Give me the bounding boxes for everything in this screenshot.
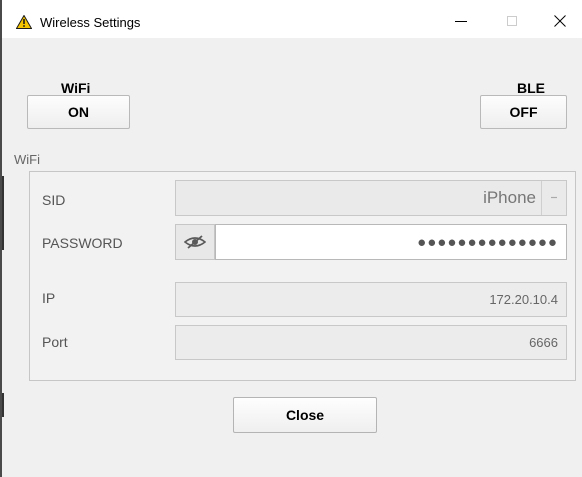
eye-slash-icon <box>184 235 206 249</box>
sid-value: iPhone <box>483 188 536 207</box>
sid-dropdown[interactable]: iPhone <box>175 180 567 216</box>
edge-divider <box>2 393 4 417</box>
ip-value: 172.20.10.4 <box>489 292 558 307</box>
window-title: Wireless Settings <box>40 15 141 30</box>
minimize-icon <box>455 21 467 22</box>
close-icon <box>554 15 566 27</box>
wireless-settings-window: Wireless Settings WiFi ON BLE OFF WiFi S… <box>0 0 582 477</box>
minimize-button[interactable] <box>447 10 475 32</box>
password-input[interactable] <box>215 224 567 260</box>
port-field[interactable]: 6666 <box>175 325 567 360</box>
ble-toggle-button[interactable]: OFF <box>480 95 567 129</box>
ip-label: IP <box>42 290 56 306</box>
password-label: PASSWORD <box>42 235 123 251</box>
wifi-toggle-button[interactable]: ON <box>27 95 130 129</box>
title-bar: Wireless Settings <box>2 0 582 38</box>
ip-field[interactable]: 172.20.10.4 <box>175 282 567 317</box>
close-window-button[interactable] <box>546 10 574 32</box>
wifi-toggle-label: WiFi <box>61 80 91 96</box>
maximize-button[interactable] <box>498 10 526 32</box>
ble-toggle-label: BLE <box>517 80 545 96</box>
close-button[interactable]: Close <box>233 397 377 433</box>
dropdown-arrow[interactable] <box>541 181 566 215</box>
show-password-button[interactable] <box>175 224 215 260</box>
port-value: 6666 <box>529 335 558 350</box>
edge-divider <box>2 176 4 250</box>
chevron-down-icon <box>551 196 557 199</box>
sid-label: SID <box>42 192 66 208</box>
maximize-icon <box>507 16 517 26</box>
wifi-section-label: WiFi <box>14 152 40 167</box>
warning-triangle-icon <box>15 14 33 29</box>
port-label: Port <box>42 334 68 350</box>
